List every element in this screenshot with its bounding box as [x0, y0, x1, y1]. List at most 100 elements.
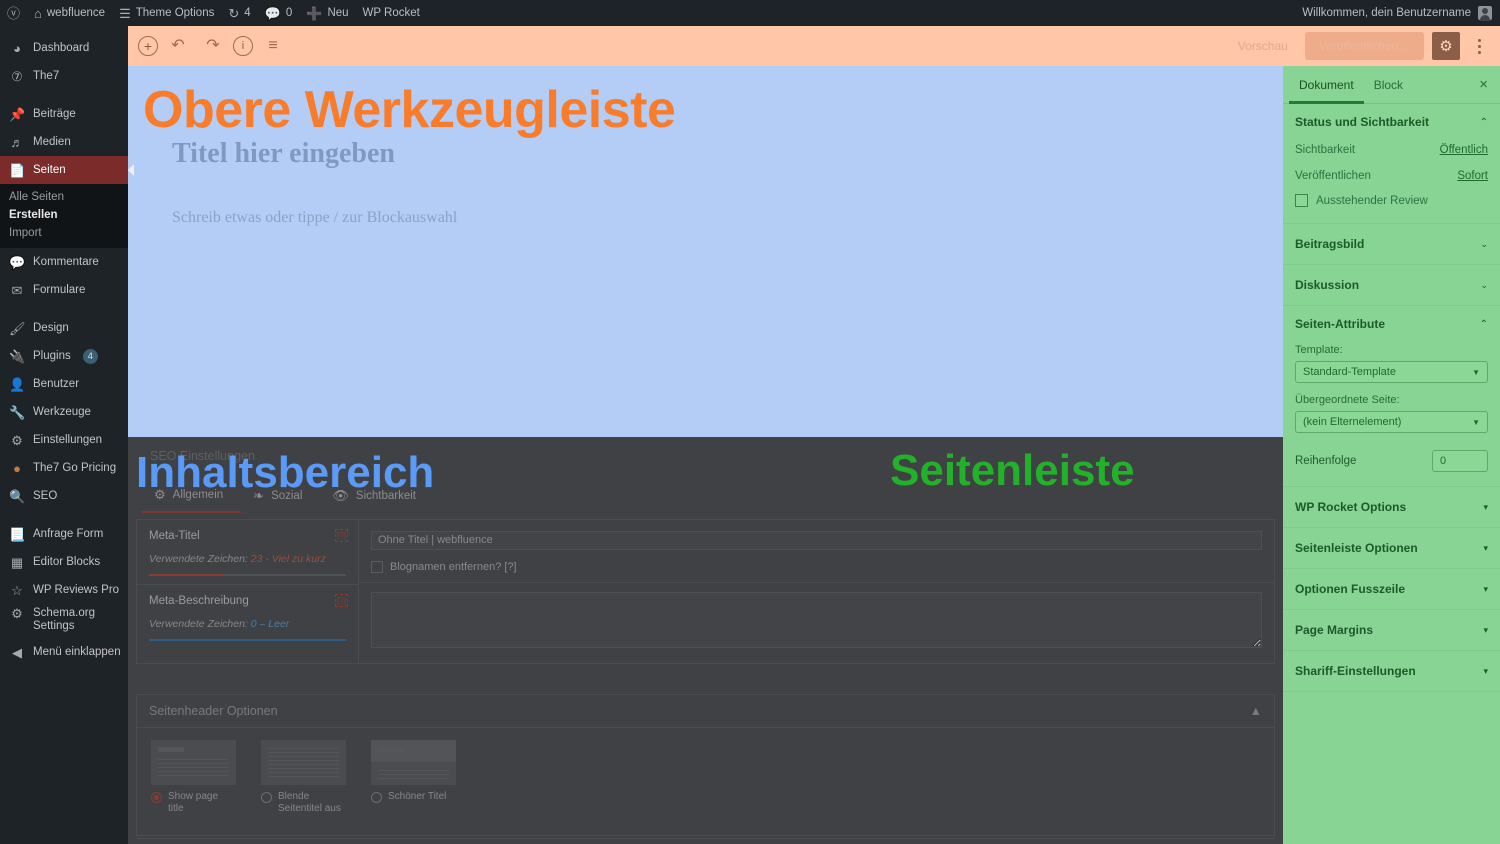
radio-fancy-title[interactable]	[371, 792, 382, 803]
submenu-item-alle-seiten[interactable]: Alle Seiten	[0, 188, 128, 206]
panel-header[interactable]: Status und Sichtbarkeit ⌃	[1283, 104, 1500, 140]
sidebar-item-plugins[interactable]: 🔌 Plugins 4	[0, 342, 128, 370]
sidebar-item-anfrage-form[interactable]: 📃 Anfrage Form	[0, 520, 128, 548]
publish-button[interactable]: Veröffentlichen…	[1304, 32, 1424, 60]
chevron-down-icon[interactable]: ▾	[1483, 502, 1488, 513]
wp-logo-button[interactable]: ⓥ	[0, 0, 27, 26]
default-paragraph-block[interactable]: Schreib etwas oder tippe / zur Blockausw…	[172, 209, 457, 227]
tab-block[interactable]: Block	[1364, 66, 1413, 104]
sidebar-item-label: Werkzeuge	[33, 406, 91, 418]
submenu-item-erstellen[interactable]: Erstellen	[0, 206, 128, 224]
sidebar-item-design[interactable]: 🖌 Design	[0, 314, 128, 342]
panel-title: Status und Sichtbarkeit	[1295, 115, 1430, 129]
pages-icon: 📄	[9, 162, 26, 178]
theme-options-button[interactable]: ☰ Theme Options	[112, 0, 221, 26]
meta-description-counter: Verwendete Zeichen: 0 – Leer	[149, 618, 290, 630]
remove-blogname-checkbox[interactable]	[371, 560, 383, 573]
panel-header[interactable]: Seiten-Attribute ⌃	[1283, 306, 1500, 342]
meta-title-counter: Verwendete Zeichen: 23 - Viel zu kurz	[149, 553, 326, 565]
wp-rocket-button[interactable]: WP Rocket	[356, 0, 427, 26]
sidebar-item-the7-go-pricing[interactable]: ● The7 Go Pricing	[0, 454, 128, 482]
account-menu[interactable]: Willkommen, dein Benutzername	[1302, 6, 1500, 21]
comments-button[interactable]: 💬 0	[258, 0, 300, 26]
meta-description-textarea[interactable]	[371, 591, 1262, 648]
panel-seitenleiste-optionen[interactable]: Seitenleiste Optionen ▾	[1283, 528, 1500, 569]
submenu-item-import[interactable]: Import	[0, 224, 128, 242]
plugins-update-badge: 4	[82, 348, 98, 364]
sidebar-item-seo[interactable]: 🔍 SEO	[0, 482, 128, 510]
site-name-button[interactable]: ⌂ webfluence	[27, 0, 112, 26]
panel-page-margins[interactable]: Page Margins ▾	[1283, 610, 1500, 651]
help-icon[interactable]: [?]	[335, 529, 348, 542]
chevron-down-icon[interactable]: ⌄	[1480, 280, 1488, 291]
sidebar-item-menu-einklappen[interactable]: ◀ Menü einklappen	[0, 638, 128, 666]
preview-button[interactable]: Vorschau	[1229, 34, 1297, 58]
info-icon[interactable]: i	[233, 36, 253, 56]
sidebar-item-medien[interactable]: ♬ Medien	[0, 128, 128, 156]
sidebar-item-einstellungen[interactable]: ⚙ Einstellungen	[0, 426, 128, 454]
pending-review-checkbox[interactable]	[1295, 194, 1308, 207]
sidebar-item-wp-reviews-pro[interactable]: ☆ WP Reviews Pro	[0, 576, 128, 604]
order-row: Reihenfolge 0	[1295, 444, 1488, 474]
sidebar-item-dashboard[interactable]: ◕ Dashboard	[0, 34, 128, 62]
template-select[interactable]: Standard-Template ▼	[1295, 361, 1488, 383]
sidebar-item-formulare[interactable]: ✉ Formulare	[0, 276, 128, 304]
sidebar-item-label: Design	[33, 322, 69, 334]
tab-dokument[interactable]: Dokument	[1289, 66, 1364, 104]
sidebar-item-the7[interactable]: ⑦ The7	[0, 62, 128, 90]
parent-page-select[interactable]: (kein Elternelement) ▼	[1295, 411, 1488, 433]
panel-beitragsbild[interactable]: Beitragsbild ⌄	[1283, 224, 1500, 265]
row-sichtbarkeit: Sichtbarkeit Öffentlich	[1295, 140, 1488, 166]
option-show-page-title[interactable]: Show page title	[151, 740, 236, 815]
option-hide-page-title[interactable]: Blende Seitentitel aus	[261, 740, 346, 815]
publish-date-value-button[interactable]: Sofort	[1457, 170, 1488, 182]
undo-icon[interactable]: ↶	[163, 31, 193, 61]
sidebar-item-kommentare[interactable]: 💬 Kommentare	[0, 248, 128, 276]
metabox-bottom-divider	[136, 838, 1275, 839]
sidebar-item-beitraege[interactable]: 📌 Beiträge	[0, 100, 128, 128]
updates-count: 4	[244, 7, 251, 19]
post-title-input[interactable]: Titel hier eingeben	[172, 138, 395, 170]
seiten-submenu: Alle Seiten Erstellen Import	[0, 184, 128, 248]
sidebar-item-werkzeuge[interactable]: 🔧 Werkzeuge	[0, 398, 128, 426]
chevron-up-icon[interactable]: ⌃	[1480, 319, 1488, 330]
chevron-up-icon[interactable]: ⌃	[1480, 117, 1488, 128]
option-fancy-title[interactable]: Schöner Titel	[371, 740, 456, 815]
page-header-options-title: Seitenheader Optionen	[149, 704, 278, 718]
close-icon[interactable]: ×	[1479, 76, 1494, 93]
chevron-down-icon[interactable]: ▾	[1483, 666, 1488, 677]
panel-optionen-fusszeile[interactable]: Optionen Fusszeile ▾	[1283, 569, 1500, 610]
sidebar-item-benutzer[interactable]: 👤 Benutzer	[0, 370, 128, 398]
visibility-value-button[interactable]: Öffentlich	[1440, 144, 1488, 156]
radio-show-page-title[interactable]	[151, 792, 162, 803]
add-block-icon[interactable]: +	[138, 36, 158, 56]
row-ausstehender-review[interactable]: Ausstehender Review	[1295, 192, 1488, 211]
list-view-icon[interactable]: ≡	[258, 31, 288, 61]
order-input[interactable]: 0	[1432, 450, 1488, 472]
panel-wp-rocket-options[interactable]: WP Rocket Options ▾	[1283, 487, 1500, 528]
chevron-up-icon[interactable]: ▲	[1250, 704, 1262, 718]
page-header-options-head[interactable]: Seitenheader Optionen ▲	[137, 695, 1274, 728]
sidebar-item-seiten[interactable]: 📄 Seiten	[0, 156, 128, 184]
updates-button[interactable]: ↻ 4	[221, 0, 257, 26]
seo-panel: Meta-Titel [?] Verwendete Zeichen: 23 - …	[136, 519, 1275, 664]
chevron-down-icon[interactable]: ⌄	[1480, 239, 1488, 250]
kebab-menu-icon[interactable]	[1468, 32, 1490, 60]
chevron-down-icon[interactable]: ▾	[1483, 543, 1488, 554]
redo-icon[interactable]: ↷	[198, 31, 228, 61]
meta-title-input[interactable]	[371, 530, 1262, 550]
chevron-down-icon[interactable]: ▾	[1483, 625, 1488, 636]
panel-diskussion[interactable]: Diskussion ⌄	[1283, 265, 1500, 306]
chevron-down-icon: ▼	[1472, 417, 1480, 427]
sidebar-item-schema-org-settings[interactable]: ⚙ Schema.org Settings	[0, 604, 128, 638]
remove-blogname-row[interactable]: Blognamen entfernen? [?]	[371, 560, 1262, 573]
radio-hide-page-title[interactable]	[261, 792, 272, 803]
help-icon[interactable]: [?]	[335, 594, 348, 607]
panel-shariff-einstellungen[interactable]: Shariff-Einstellungen ▾	[1283, 651, 1500, 692]
sidebar-item-editor-blocks[interactable]: ▦ Editor Blocks	[0, 548, 128, 576]
chevron-down-icon[interactable]: ▾	[1483, 584, 1488, 595]
sidebar-item-label: Plugins	[33, 350, 71, 362]
new-content-button[interactable]: ➕ Neu	[299, 0, 355, 26]
row-key: Sichtbarkeit	[1295, 144, 1356, 156]
settings-gear-icon[interactable]: ⚙	[1432, 32, 1460, 60]
